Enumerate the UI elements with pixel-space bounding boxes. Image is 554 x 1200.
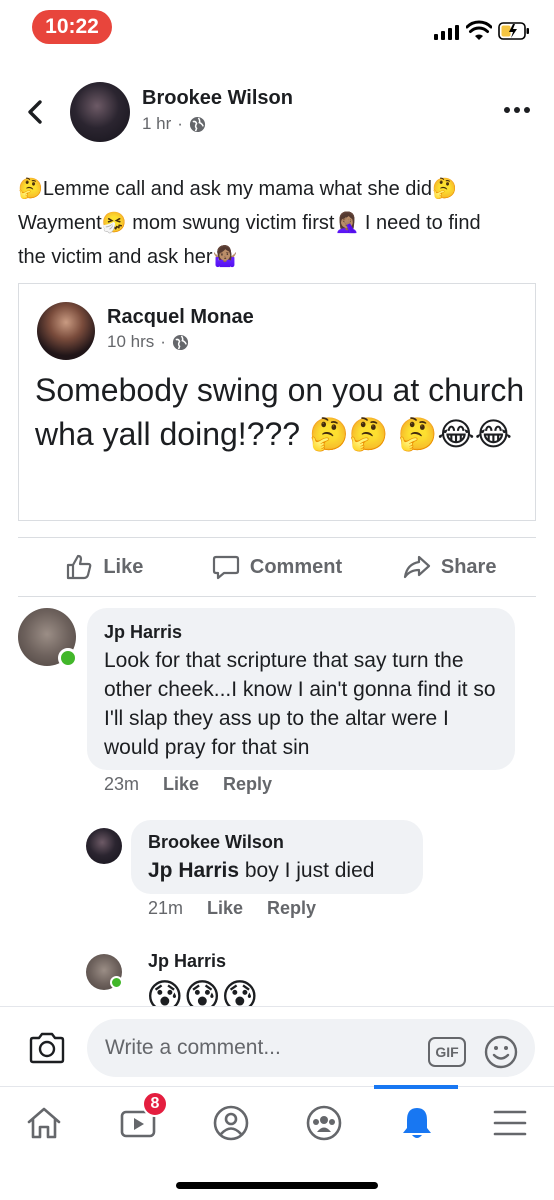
profile-icon: [213, 1105, 249, 1141]
comment-author[interactable]: Jp Harris: [104, 622, 182, 643]
facepalm-emoji: 🤦🏽‍♀️: [334, 210, 360, 234]
share-label: Share: [440, 555, 497, 578]
post-author-name[interactable]: Brookee Wilson: [142, 87, 293, 110]
hamburger-menu-icon: [493, 1110, 527, 1136]
reply-bubble[interactable]: Brookee Wilson Jp Harris boy I just died: [131, 820, 423, 894]
bell-icon: [403, 1108, 431, 1138]
post-text-line-3: the victim and ask her🤷🏽‍♀️: [18, 240, 538, 274]
active-tab-indicator: [374, 1085, 458, 1089]
globe-icon: [172, 334, 188, 350]
shared-author-avatar[interactable]: [37, 302, 95, 360]
share-button[interactable]: Share: [363, 553, 536, 581]
reply-emoji-text: 😰😰😰: [146, 980, 259, 1006]
thumbs-up-icon: [67, 554, 92, 580]
author-avatar[interactable]: [70, 82, 130, 142]
wifi-icon: [466, 20, 492, 40]
groups-icon: [306, 1105, 342, 1141]
more-options-icon[interactable]: [500, 100, 534, 120]
post-text-fragment: Wayment: [18, 212, 102, 234]
post-text-fragment: Lemme call and ask my mama what she did: [42, 178, 432, 200]
like-label: Like: [103, 555, 144, 578]
home-icon: [27, 1107, 61, 1139]
post-action-bar: Like Comment Share: [18, 537, 536, 597]
notification-badge: 8: [142, 1091, 168, 1117]
comment-bubble-icon: [212, 555, 239, 580]
home-indicator[interactable]: [176, 1182, 378, 1189]
post-text-fragment: I need to find: [359, 212, 481, 234]
reply-text: Jp Harris boy I just died: [148, 856, 418, 885]
status-bar: 10:22: [0, 0, 554, 56]
reply-meta: 21m Like Reply: [148, 898, 316, 919]
nav-menu[interactable]: [486, 1099, 534, 1147]
reply-author[interactable]: Jp Harris: [148, 951, 226, 972]
comment-button[interactable]: Comment: [191, 553, 364, 581]
shrug-emoji: 🤷🏽‍♀️: [212, 244, 238, 268]
battery-charging-icon: [498, 22, 529, 40]
reply-author[interactable]: Brookee Wilson: [148, 832, 284, 853]
comment-time: 23m: [104, 774, 140, 794]
shared-post-meta: 10 hrs ·: [107, 332, 189, 352]
post-text: 🤔Lemme call and ask my mama what she did…: [18, 172, 538, 274]
post-text-fragment: mom swung victim first: [126, 212, 335, 234]
mention-link[interactable]: Jp Harris: [148, 859, 239, 882]
cellular-signal-icon: [434, 24, 459, 40]
thinking-emoji: 🤔: [18, 176, 43, 200]
comment-like-link[interactable]: Like: [163, 774, 199, 795]
shared-post-time[interactable]: 10 hrs: [107, 332, 154, 352]
reply-reply-link[interactable]: Reply: [267, 898, 316, 919]
meta-dot: ·: [160, 332, 166, 351]
online-status-indicator: [110, 976, 123, 989]
comment-bubble[interactable]: Jp Harris Look for that scripture that s…: [87, 608, 515, 770]
nav-profile[interactable]: [207, 1099, 255, 1147]
thinking-emoji: 🤔: [431, 176, 457, 200]
nav-groups[interactable]: [300, 1099, 348, 1147]
comment-composer: Write a comment... GIF: [0, 1006, 554, 1086]
post-time[interactable]: 1 hr: [142, 114, 171, 134]
reply-like-link[interactable]: Like: [207, 898, 243, 919]
nav-home[interactable]: [20, 1099, 68, 1147]
comment-reply-link[interactable]: Reply: [223, 774, 272, 795]
shared-author-name[interactable]: Racquel Monae: [107, 306, 254, 329]
like-button[interactable]: Like: [18, 553, 191, 581]
reply-author-avatar[interactable]: [86, 828, 122, 864]
meta-dot: ·: [177, 114, 183, 133]
reply-text-body: boy I just died: [239, 859, 375, 882]
shared-post-card[interactable]: Racquel Monae 10 hrs · Somebody swing on…: [18, 283, 536, 521]
status-time: 10:22: [32, 10, 112, 44]
gif-button[interactable]: GIF: [428, 1037, 466, 1067]
comment-label: Comment: [249, 555, 343, 578]
globe-icon: [189, 116, 206, 132]
online-status-indicator: [58, 648, 78, 668]
sneezing-emoji: 🤧: [101, 210, 127, 234]
smiley-face-icon[interactable]: [484, 1035, 518, 1069]
shared-post-text: Somebody swing on you at church wha yall…: [35, 372, 525, 452]
back-arrow-icon[interactable]: [22, 96, 50, 128]
post-text-fragment: the victim and ask her: [18, 246, 213, 268]
nav-notifications[interactable]: [393, 1099, 441, 1147]
post-text-line-2: Wayment🤧 mom swung victim first🤦🏽‍♀️ I n…: [18, 206, 538, 240]
comment-input[interactable]: Write a comment...: [87, 1019, 535, 1077]
post-meta: 1 hr ·: [142, 114, 206, 134]
comment-text: Look for that scripture that say turn th…: [104, 649, 496, 759]
reply-time: 21m: [148, 898, 184, 918]
share-arrow-icon: [403, 555, 430, 579]
comment-meta: 23m Like Reply: [104, 774, 272, 795]
camera-icon[interactable]: [28, 1031, 66, 1065]
post-text-line-1: 🤔Lemme call and ask my mama what she did…: [18, 172, 538, 206]
